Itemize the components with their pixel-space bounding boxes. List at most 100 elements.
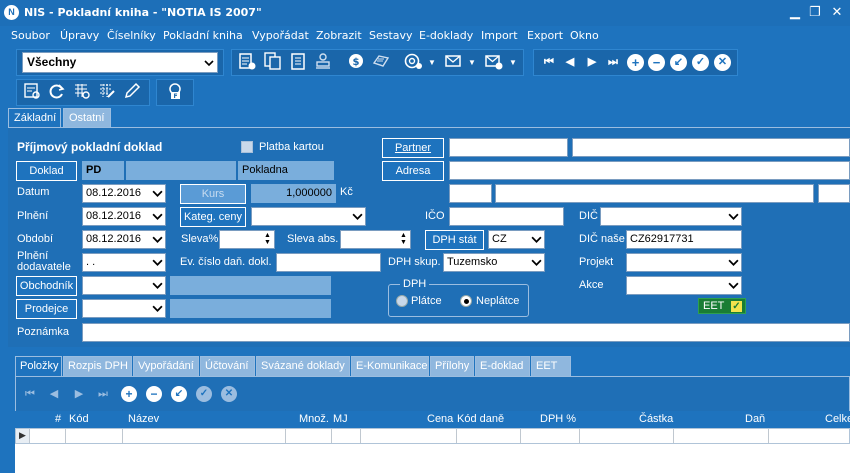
prev-icon[interactable]: ◀ (559, 51, 581, 73)
dph-neplatce-radio[interactable] (460, 295, 472, 307)
first-icon[interactable]: ⏮ (22, 386, 38, 402)
menu-okno[interactable]: Okno (570, 29, 599, 42)
dic-nase-field[interactable]: CZ62917731 (626, 230, 742, 249)
ico-field[interactable] (449, 207, 564, 226)
tab-polozky[interactable]: Položky (15, 356, 62, 376)
col-dph-pct[interactable]: DPH % (540, 413, 576, 425)
platba-kartou-checkbox[interactable] (241, 141, 253, 153)
col-mnoz[interactable]: Množ. (299, 413, 329, 425)
cell-dph-pct[interactable] (521, 429, 580, 443)
dph-stat-button[interactable]: DPH stát (425, 230, 484, 250)
sleva-abs-spinner[interactable]: ▲ ▼ (340, 230, 411, 249)
ev-cislo-field[interactable] (276, 253, 381, 272)
dic-select[interactable] (600, 207, 742, 226)
menu-upravy[interactable]: Úpravy (60, 29, 99, 42)
chevron-down-icon[interactable]: ▼ (509, 58, 517, 67)
currency-icon[interactable]: $ (345, 51, 367, 73)
kateg-ceny-button[interactable]: Kateg. ceny (180, 207, 246, 227)
grid-edit-icon[interactable] (96, 81, 118, 103)
cell-cena[interactable] (361, 429, 457, 443)
adresa-psc-field[interactable] (449, 184, 492, 203)
email-icon[interactable] (402, 51, 424, 73)
menu-sestavy[interactable]: Sestavy (369, 29, 413, 42)
chevron-down-icon[interactable]: ▼ (428, 58, 436, 67)
partner-name-field[interactable] (572, 138, 850, 157)
pencil-icon[interactable] (121, 81, 143, 103)
kurs-button[interactable]: Kurs (180, 184, 246, 204)
partner-button[interactable]: Partner (382, 138, 444, 158)
maximize-icon[interactable]: ❐ (806, 4, 824, 20)
next-icon[interactable]: ▶ (581, 51, 603, 73)
menu-soubor[interactable]: Soubor (11, 29, 50, 42)
akce-select[interactable] (626, 276, 742, 295)
close-icon[interactable]: ✕ (828, 4, 846, 20)
dph-skup-select[interactable]: Tuzemsko (443, 253, 545, 272)
minimize-icon[interactable]: ▁ (786, 4, 804, 20)
tab-zakladni[interactable]: Základní (8, 108, 61, 128)
list-search-icon[interactable] (21, 81, 43, 103)
tab-rozpis-dph[interactable]: Rozpis DPH (63, 356, 132, 376)
prodejce-button[interactable]: Prodejce (16, 299, 77, 319)
doklad-button[interactable]: Doklad (16, 161, 77, 181)
grid-search-icon[interactable] (71, 81, 93, 103)
clipboard-icon[interactable] (287, 51, 309, 73)
cell-kod[interactable] (66, 429, 123, 443)
cell-nazev[interactable] (123, 429, 286, 443)
filter-select[interactable]: Všechny (22, 52, 218, 73)
eet-badge[interactable]: EET ✓ (698, 298, 746, 314)
prev-icon[interactable]: ◀ (46, 386, 62, 402)
edit-icon[interactable]: ↙ (171, 386, 187, 402)
obdobi-field[interactable]: 08.12.2016 (82, 230, 166, 249)
lock-icon[interactable]: F (164, 81, 186, 103)
partner-code-field[interactable] (449, 138, 568, 157)
projekt-select[interactable] (626, 253, 742, 272)
tab-uctovani[interactable]: Účtování (200, 356, 255, 376)
remove-icon[interactable]: − (648, 54, 665, 71)
cell-celkem[interactable] (769, 429, 850, 443)
col-mj[interactable]: MJ (333, 413, 348, 425)
next-icon[interactable]: ▶ (71, 386, 87, 402)
cell-mj[interactable] (332, 429, 361, 443)
menu-vyporadat[interactable]: Vypořádat (252, 29, 309, 42)
cell-mnoz[interactable] (286, 429, 332, 443)
menu-export[interactable]: Export (527, 29, 563, 42)
dph-platce-radio[interactable] (396, 295, 408, 307)
tab-svazane-doklady[interactable]: Svázané doklady (256, 356, 350, 376)
cancel-icon[interactable]: ✕ (714, 54, 731, 71)
cell-castka[interactable] (580, 429, 674, 443)
col-kod-dane[interactable]: Kód daně (457, 413, 504, 425)
plneni-field[interactable]: 08.12.2016 (82, 207, 166, 226)
add-icon[interactable]: + (627, 54, 644, 71)
sleva-pct-spinner[interactable]: ▲ ▼ (219, 230, 275, 249)
first-icon[interactable]: ⏮ (538, 51, 560, 73)
datum-field[interactable]: 08.12.2016 (82, 184, 166, 203)
printer-icon[interactable] (370, 51, 392, 73)
remove-icon[interactable]: − (146, 386, 162, 402)
tab-vyporadani[interactable]: Vypořádání (133, 356, 199, 376)
last-icon[interactable]: ⏭ (95, 386, 111, 402)
col-celkem[interactable]: Celke (825, 413, 850, 425)
col-number[interactable]: # (55, 413, 61, 425)
adresa-field-1[interactable] (449, 161, 850, 180)
obchodnik-select[interactable] (82, 276, 166, 295)
tab-e-doklad[interactable]: E-doklad (475, 356, 530, 376)
cell-number[interactable] (30, 429, 66, 443)
col-dan[interactable]: Daň (745, 413, 765, 425)
menu-pokladni-kniha[interactable]: Pokladní kniha (163, 29, 243, 42)
tab-eet[interactable]: EET (531, 356, 571, 376)
obchodnik-button[interactable]: Obchodník (16, 276, 77, 296)
poznamka-field[interactable] (82, 323, 850, 342)
edit-icon[interactable]: ↙ (670, 54, 687, 71)
add-icon[interactable]: + (121, 386, 137, 402)
eet-checkbox[interactable]: ✓ (731, 301, 742, 312)
menu-ciselniky[interactable]: Číselníky (107, 29, 156, 42)
col-cena[interactable]: Cena (427, 413, 453, 425)
menu-zobrazit[interactable]: Zobrazit (316, 29, 362, 42)
envelope-icon[interactable] (443, 51, 465, 73)
confirm-icon[interactable]: ✓ (196, 386, 212, 402)
prodejce-select[interactable] (82, 299, 166, 318)
confirm-icon[interactable]: ✓ (692, 54, 709, 71)
last-icon[interactable]: ⏭ (602, 51, 624, 73)
tab-prilohy[interactable]: Přílohy (430, 356, 474, 376)
table-row[interactable]: ▶ (15, 428, 850, 444)
